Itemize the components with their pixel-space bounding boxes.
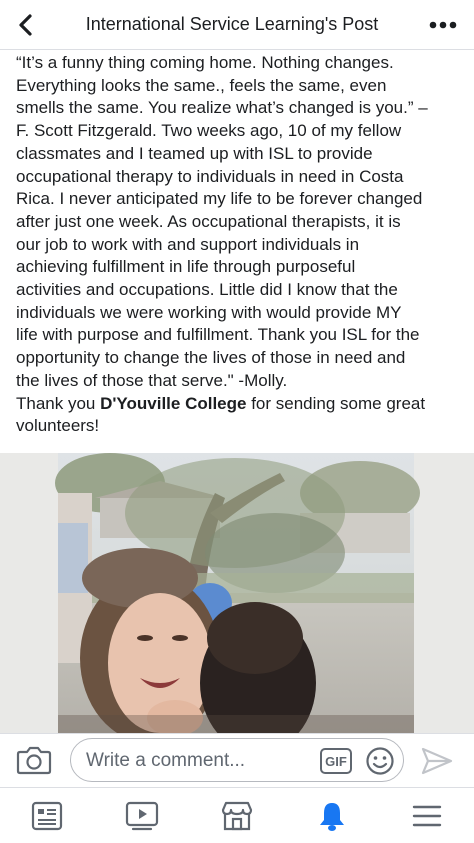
more-horizontal-icon — [429, 21, 457, 28]
photo-image — [0, 453, 474, 733]
top-bar: International Service Learning's Post — [0, 0, 474, 50]
news-feed-icon — [31, 801, 63, 831]
post-text-line: classmates and I teamed up with ISL to p… — [16, 143, 373, 163]
comment-input[interactable]: Write a comment... GIF — [70, 738, 404, 782]
thanks-prefix: Thank you — [16, 393, 101, 413]
post-text-line: the lives of those that serve." -Molly. — [16, 370, 288, 390]
post-text-line: Rica. I never anticipated my life to be … — [16, 189, 423, 209]
emoji-button[interactable] — [365, 746, 395, 776]
bottom-navigation — [0, 787, 474, 843]
post-text-line: F. Scott Fitzgerald. Two weeks ago, 10 o… — [16, 121, 402, 141]
thanks-suffix: for sending some great — [246, 393, 426, 413]
post-text-line: Everything looks the same., feels the sa… — [16, 75, 387, 95]
post-text-line: opportunity to change the lives of those… — [16, 348, 406, 368]
gif-button[interactable]: GIF — [320, 748, 352, 774]
nav-menu[interactable] — [394, 788, 460, 843]
post-screen: International Service Learning's Post “I… — [0, 0, 474, 843]
emoji-icon — [366, 747, 394, 775]
post-text-line: after just one week. As occupational the… — [16, 211, 401, 231]
back-button[interactable] — [0, 0, 52, 50]
send-button[interactable] — [420, 745, 454, 777]
nav-watch[interactable] — [109, 788, 175, 843]
post-text-line: individuals we were working with would p… — [16, 302, 402, 322]
post-text-line: smells the same. You realize what’s chan… — [16, 98, 428, 118]
nav-notifications[interactable] — [299, 788, 365, 843]
notifications-icon — [320, 803, 344, 831]
send-icon — [421, 747, 453, 775]
menu-icon — [412, 805, 442, 827]
chevron-left-icon — [19, 13, 32, 36]
dyouville-college-link[interactable]: D'Youville College — [100, 394, 246, 413]
post-text-line: “It’s a funny thing coming home. Nothing… — [16, 53, 394, 72]
thanks-line: Thank you D'Youville College for sending… — [16, 393, 464, 416]
comment-placeholder: Write a comment... — [86, 750, 246, 771]
nav-marketplace[interactable] — [204, 788, 270, 843]
post-photo[interactable] — [0, 453, 474, 733]
nav-news-feed[interactable] — [14, 788, 80, 843]
post-text-line: life with purpose and fulfillment. Thank… — [16, 325, 420, 345]
camera-icon — [16, 746, 52, 775]
watch-icon — [125, 801, 159, 831]
post-text-line: our job to work with and support individ… — [16, 234, 360, 254]
camera-button[interactable] — [16, 744, 52, 776]
marketplace-icon — [221, 801, 253, 831]
post-text-line: occupational therapy to individuals in n… — [16, 166, 404, 186]
post-text-line: activities and occupations. Little did I… — [16, 280, 398, 300]
comment-bar: Write a comment... GIF — [0, 733, 474, 787]
page-title: International Service Learning's Post — [85, 14, 379, 34]
post-message: “It’s a funny thing coming home. Nothing… — [16, 52, 464, 438]
post-text-line: achieving fulfillment in life through pu… — [16, 257, 356, 277]
thanks-end: volunteers! — [16, 416, 100, 436]
more-options-button[interactable] — [412, 0, 474, 50]
